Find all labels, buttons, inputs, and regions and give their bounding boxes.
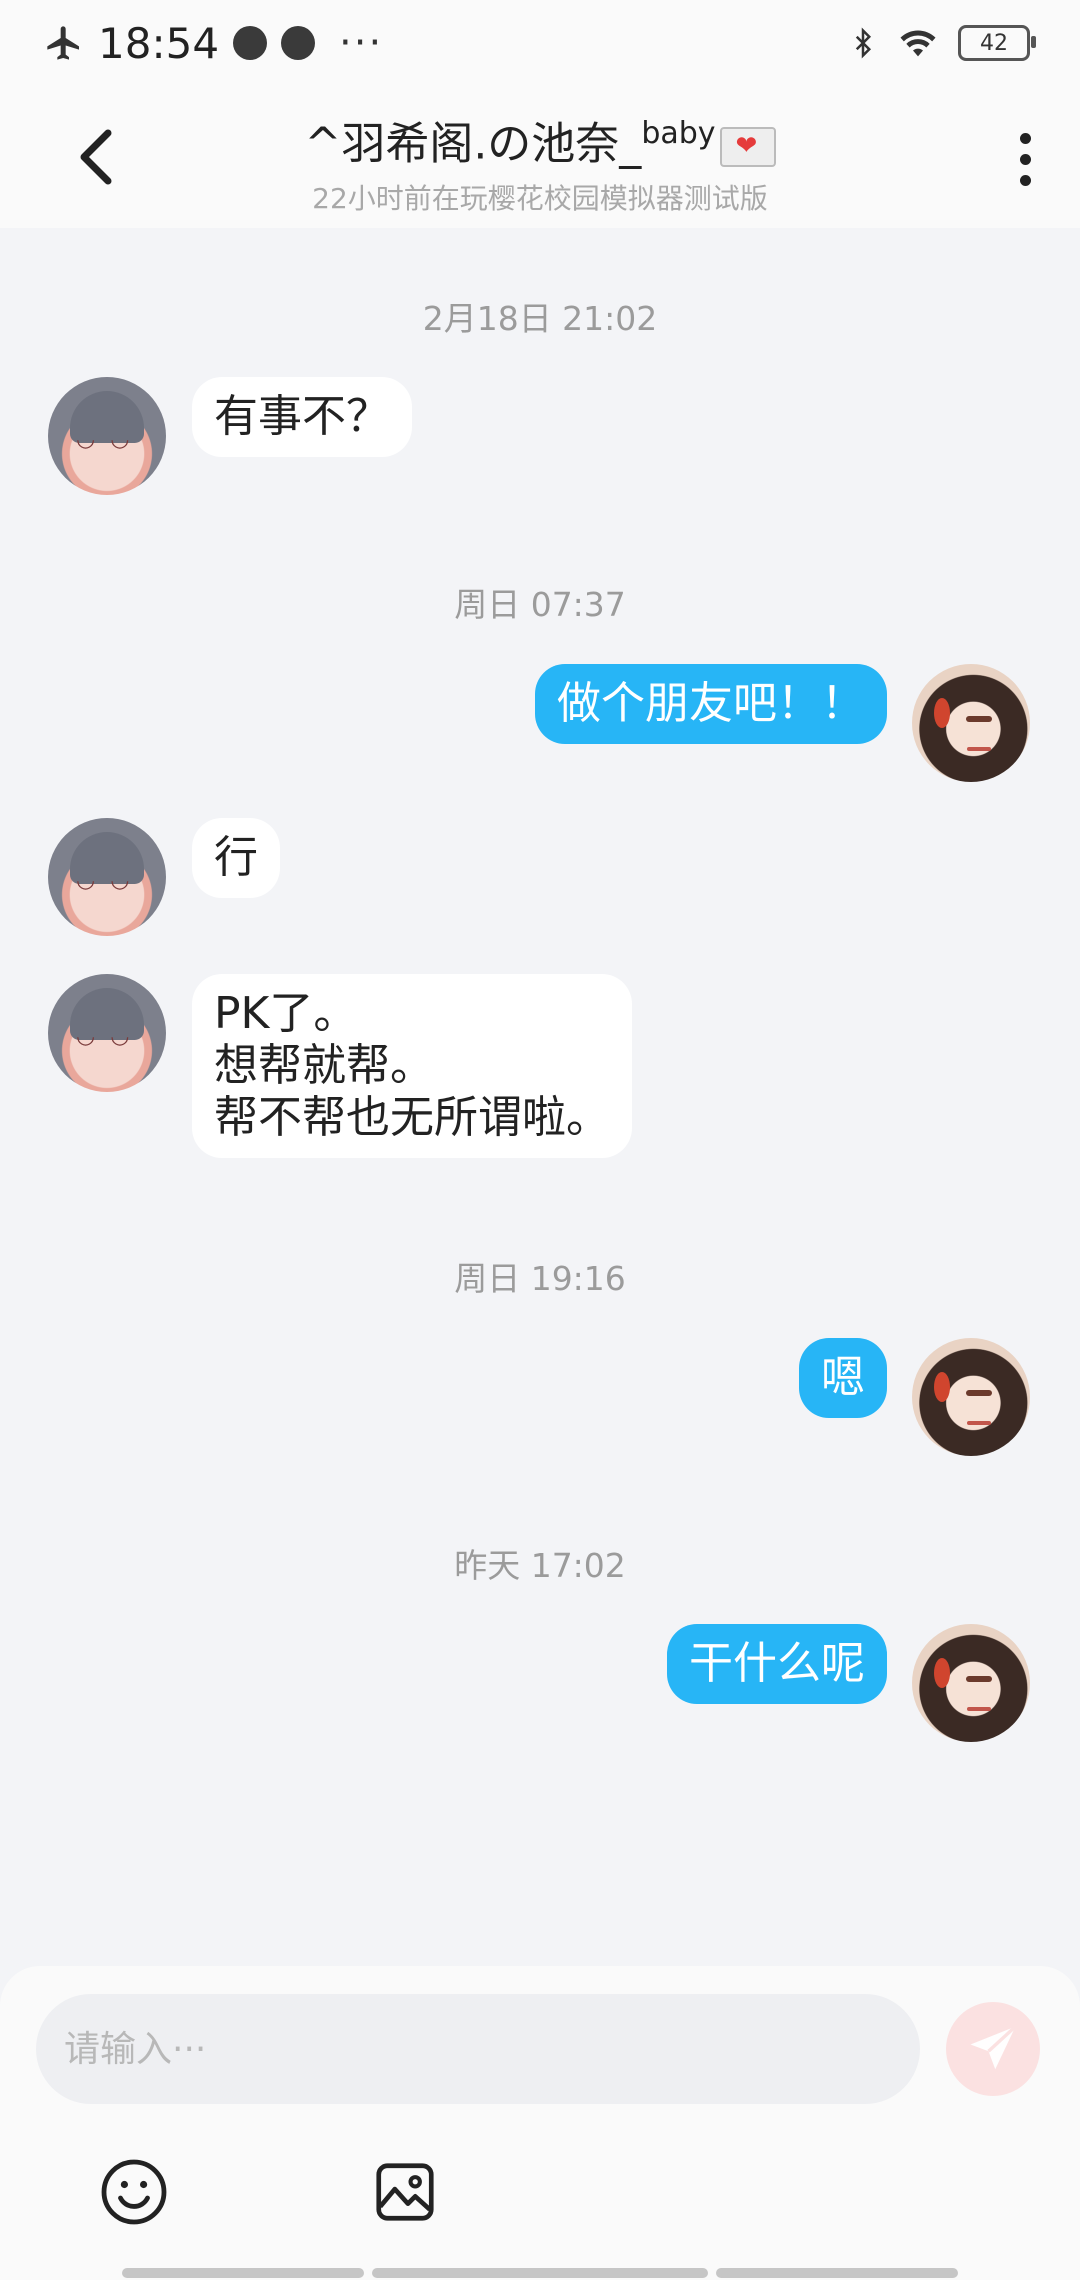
timestamp: 昨天 17:02 <box>454 1546 626 1585</box>
timestamp: 周日 19:16 <box>454 1259 626 1298</box>
contact-name[interactable]: ^羽希阁.の池奈_baby <box>140 104 940 175</box>
more-options-button[interactable] <box>1000 124 1050 194</box>
my-avatar[interactable] <box>912 1338 1030 1456</box>
smiley-icon <box>101 2159 167 2225</box>
airplane-icon <box>47 26 79 60</box>
chevron-left-icon <box>80 129 112 185</box>
composer-panel <box>0 1966 1080 2280</box>
contact-avatar[interactable] <box>48 974 166 1092</box>
message-bubble-outgoing[interactable]: 干什么呢 <box>667 1624 887 1704</box>
paper-plane-icon <box>970 2025 1017 2070</box>
message-bubble-outgoing[interactable]: 做个朋友吧！！ <box>535 664 887 744</box>
status-bar: 18:54 ··· 42 <box>0 0 1080 84</box>
timestamp: 周日 07:37 <box>454 585 626 624</box>
wifi-icon <box>900 30 936 57</box>
nav-handle-segment <box>372 2268 708 2278</box>
message-input[interactable] <box>36 1994 920 2104</box>
status-time: 18:54 <box>98 18 220 68</box>
message-bubble-incoming[interactable]: PK了。 想帮就帮。 帮不帮也无所谓啦。 <box>192 974 632 1158</box>
send-button[interactable] <box>946 2002 1040 2096</box>
dot-icon <box>1019 174 1031 186</box>
emoji-button[interactable] <box>94 2152 174 2232</box>
dot-icon <box>1019 132 1031 144</box>
my-avatar[interactable] <box>912 664 1030 782</box>
dot-icon <box>1019 153 1031 165</box>
contact-name-main: ^羽希阁.の池奈_ <box>304 118 642 170</box>
more-notifications-icon: ··· <box>339 20 384 66</box>
status-left: 18:54 ··· <box>44 18 383 68</box>
message-bubble-incoming[interactable]: 有事不？ <box>192 377 412 457</box>
voice-app-icon <box>233 26 268 60</box>
nav-handle-segment <box>122 2268 364 2278</box>
message-bubble-incoming[interactable]: 行 <box>192 818 280 898</box>
message-bubble-outgoing[interactable]: 嗯 <box>799 1338 887 1418</box>
status-right: 42 <box>848 20 1036 66</box>
chat-title-block: ^羽希阁.の池奈_baby 22小时前在玩樱花校园模拟器测试版 <box>140 104 940 217</box>
image-button[interactable] <box>365 2152 445 2232</box>
timestamp: 2月18日 21:02 <box>422 299 658 338</box>
my-avatar[interactable] <box>912 1624 1030 1742</box>
bluetooth-icon <box>855 27 872 59</box>
contact-activity-status: 22小时前在玩樱花校园模拟器测试版 <box>312 181 768 215</box>
nav-handle-segment <box>716 2268 958 2278</box>
contact-avatar[interactable] <box>48 377 166 495</box>
planet-app-icon <box>281 26 316 60</box>
contact-name-sup: baby <box>641 116 716 151</box>
love-letter-icon <box>719 126 776 167</box>
chat-header: ^羽希阁.の池奈_baby 22小时前在玩樱花校园模拟器测试版 <box>0 84 1080 228</box>
contact-avatar[interactable] <box>48 818 166 936</box>
back-button[interactable] <box>66 122 126 192</box>
battery-icon: 42 <box>958 25 1036 61</box>
image-icon <box>376 2163 434 2221</box>
